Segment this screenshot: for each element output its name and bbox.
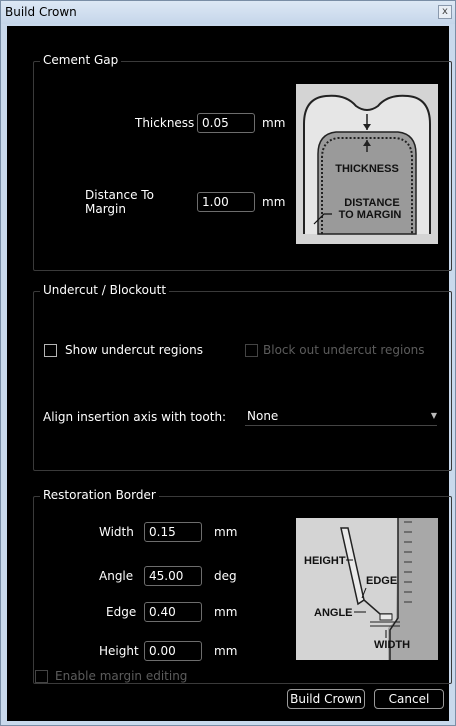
width-label: Width [99, 525, 134, 539]
block-out-label: Block out undercut regions [263, 343, 425, 357]
edge-unit: mm [214, 605, 238, 619]
height-input[interactable] [144, 641, 202, 661]
margin-diagram: HEIGHT EDGE ANGLE WIDTH [304, 518, 438, 660]
edge-input[interactable] [144, 602, 202, 622]
width-input[interactable] [144, 522, 202, 542]
undercut-group: Undercut / Blockoutt [33, 283, 452, 471]
angle-label: Angle [99, 569, 134, 583]
build-crown-button[interactable]: Build Crown [287, 689, 365, 709]
title-bar[interactable]: Build Crown x [1, 1, 455, 24]
angle-input[interactable] [144, 566, 202, 586]
distance-diagram-text-2: TO MARGIN [339, 209, 402, 221]
distance-label: Distance To Margin [85, 188, 154, 216]
cement-gap-illustration: THICKNESS DISTANCE TO MARGIN [296, 84, 438, 244]
align-axis-value: None [247, 409, 279, 423]
distance-input[interactable] [197, 192, 255, 212]
enable-margin-checkbox [35, 670, 48, 683]
show-undercut-label: Show undercut regions [65, 343, 203, 357]
close-icon[interactable]: x [438, 5, 452, 19]
distance-diagram-text-1: DISTANCE [344, 197, 399, 209]
align-axis-label: Align insertion axis with tooth: [43, 410, 227, 424]
thickness-label: Thickness [135, 116, 195, 130]
chevron-down-icon[interactable]: ▼ [431, 411, 437, 420]
show-undercut-checkbox[interactable] [44, 344, 57, 357]
edge-label: Edge [106, 605, 137, 619]
restoration-border-illustration: HEIGHT EDGE ANGLE WIDTH [296, 518, 438, 660]
width-unit: mm [214, 525, 238, 539]
restoration-legend: Restoration Border [40, 488, 159, 502]
height-diagram-text: HEIGHT [304, 555, 346, 567]
angle-unit: deg [214, 569, 237, 583]
distance-unit: mm [262, 195, 286, 209]
build-crown-dialog: Build Crown x Cement Gap Thickness mm Di… [0, 0, 456, 726]
width-diagram-text: WIDTH [374, 639, 410, 651]
thickness-unit: mm [262, 116, 286, 130]
block-out-checkbox [245, 344, 258, 357]
height-unit: mm [214, 644, 238, 658]
edge-diagram-text: EDGE [366, 575, 397, 587]
align-axis-dropdown[interactable]: None ▼ [245, 408, 437, 426]
cancel-button[interactable]: Cancel [374, 689, 444, 709]
dialog-body: Cement Gap Thickness mm Distance To Marg… [7, 26, 452, 721]
height-label: Height [99, 644, 139, 658]
undercut-legend: Undercut / Blockoutt [40, 283, 170, 297]
crown-diagram: THICKNESS DISTANCE TO MARGIN [303, 94, 431, 235]
window-title: Build Crown [5, 5, 77, 19]
cement-gap-legend: Cement Gap [40, 53, 122, 67]
enable-margin-label: Enable margin editing [55, 669, 188, 683]
thickness-diagram-text: THICKNESS [335, 163, 399, 175]
angle-diagram-text: ANGLE [314, 607, 353, 619]
thickness-input[interactable] [197, 113, 255, 133]
